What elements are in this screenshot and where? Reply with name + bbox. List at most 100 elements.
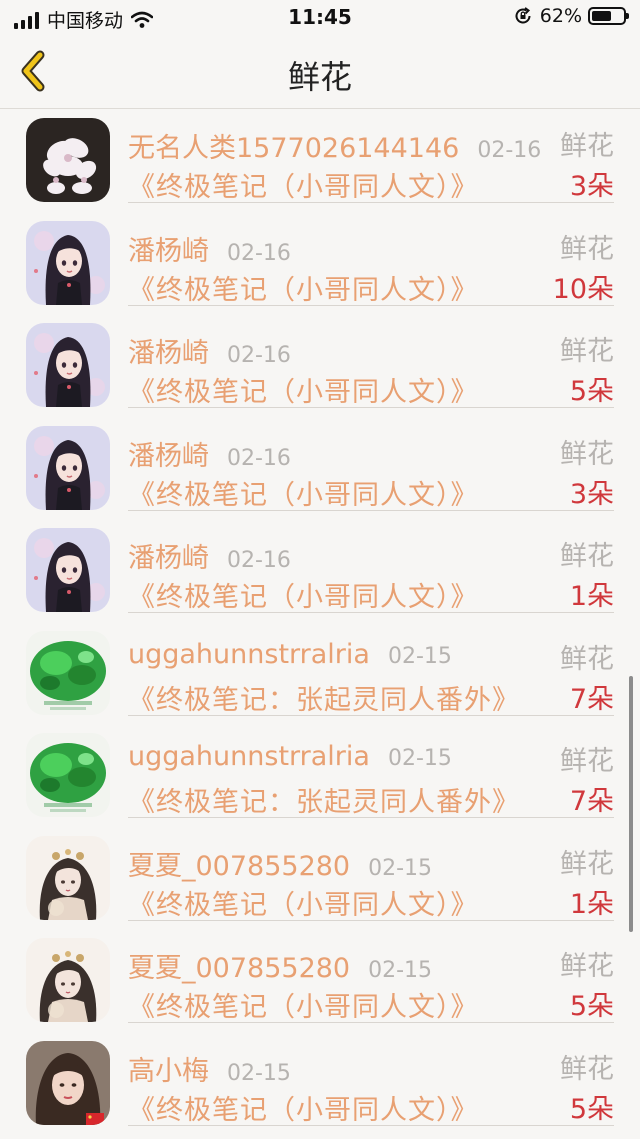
book-title[interactable]: 《终极笔记（小哥同人文）》 <box>128 1088 479 1127</box>
gift-type: 鲜花 <box>560 131 614 162</box>
gift-date: 02-16 <box>227 445 291 471</box>
sender-name[interactable]: 无名人类1577026144146 02-16 <box>128 126 541 165</box>
gift-date: 02-15 <box>387 643 452 669</box>
list-item-content: 潘杨崎 02-16 鲜花 《终极笔记（小哥同人文）》 3朵 <box>128 417 614 511</box>
list-item-content: 无名人类1577026144146 02-16 鲜花 《终极笔记（小哥同人文）》 … <box>128 109 614 203</box>
gift-type: 鲜花 <box>560 643 614 675</box>
avatar[interactable] <box>26 630 110 715</box>
avatar[interactable] <box>26 220 110 305</box>
list-item[interactable]: uggahunnstrralria 02-15 鲜花 《终极笔记：张起灵同人番外》… <box>0 724 640 827</box>
sender-name-text: uggahunnstrralria <box>128 741 370 772</box>
avatar[interactable] <box>26 938 110 1022</box>
gift-date: 02-16 <box>477 138 542 163</box>
avatar[interactable] <box>26 425 110 510</box>
battery-percent: 62% <box>539 5 582 27</box>
gift-date: 02-15 <box>368 855 433 881</box>
battery-fill <box>592 11 611 21</box>
sender-name-text: 夏夏_007855280 <box>128 953 351 984</box>
avatar[interactable] <box>26 118 110 202</box>
sender-name[interactable]: 潘杨崎 02-16 <box>128 229 291 268</box>
gift-date: 02-15 <box>227 1060 291 1086</box>
sender-name[interactable]: 潘杨崎 02-16 <box>128 331 291 370</box>
list-item[interactable]: 无名人类1577026144146 02-16 鲜花 《终极笔记（小哥同人文）》 … <box>0 109 640 212</box>
gift-type: 鲜花 <box>560 336 614 367</box>
avatar[interactable] <box>26 323 110 407</box>
list-item-content: 潘杨崎 02-16 鲜花 《终极笔记（小哥同人文）》 10朵 <box>128 212 614 306</box>
sender-name-text: 潘杨崎 <box>128 338 209 369</box>
gift-date: 02-15 <box>368 958 433 983</box>
sender-name[interactable]: 夏夏_007855280 02-15 <box>128 946 432 985</box>
gift-date: 02-16 <box>227 240 291 266</box>
gift-type: 鲜花 <box>560 233 614 265</box>
sender-name-text: uggahunnstrralria <box>128 638 370 670</box>
gift-date: 02-15 <box>387 746 452 771</box>
avatar[interactable] <box>26 835 110 920</box>
book-title[interactable]: 《终极笔记（小哥同人文）》 <box>128 883 479 922</box>
flower-count: 3朵 <box>569 171 614 202</box>
flower-count: 1朵 <box>569 581 614 612</box>
avatar[interactable] <box>26 528 110 612</box>
sender-name-text: 潘杨崎 <box>128 235 209 267</box>
flower-count: 5朵 <box>569 376 614 407</box>
list-item-content: 夏夏_007855280 02-15 鲜花 《终极笔记（小哥同人文）》 5朵 <box>128 929 614 1023</box>
flower-count: 5朵 <box>569 991 614 1022</box>
list-item-content: uggahunnstrralria 02-15 鲜花 《终极笔记：张起灵同人番外》… <box>128 724 614 818</box>
gift-type: 鲜花 <box>560 848 614 880</box>
sender-name[interactable]: 夏夏_007855280 02-15 <box>128 844 432 883</box>
list-item[interactable]: 潘杨崎 02-16 鲜花 《终极笔记（小哥同人文）》 1朵 <box>0 519 640 622</box>
sender-name-text: 夏夏_007855280 <box>128 850 351 882</box>
list-item-content: 高小梅 02-15 鲜花 《终极笔记（小哥同人文）》 5朵 <box>128 1032 614 1126</box>
sender-name-text: 潘杨崎 <box>128 440 209 472</box>
sender-name-text: 无名人类1577026144146 <box>128 133 460 164</box>
sender-name[interactable]: uggahunnstrralria 02-15 <box>128 639 452 670</box>
gift-type: 鲜花 <box>560 541 614 572</box>
flower-count: 10朵 <box>552 273 614 305</box>
sender-name[interactable]: 潘杨崎 02-16 <box>128 536 291 575</box>
sender-name-text: 高小梅 <box>128 1055 209 1087</box>
list-item[interactable]: 潘杨崎 02-16 鲜花 《终极笔记（小哥同人文）》 5朵 <box>0 314 640 417</box>
flower-count: 7朵 <box>569 786 614 817</box>
flower-count: 7朵 <box>569 683 614 715</box>
battery-icon <box>588 7 629 25</box>
book-title[interactable]: 《终极笔记（小哥同人文）》 <box>128 165 479 204</box>
sender-name[interactable]: 潘杨崎 02-16 <box>128 434 291 473</box>
sender-name[interactable]: 高小梅 02-15 <box>128 1049 291 1088</box>
status-right: 62% <box>514 5 629 27</box>
book-title[interactable]: 《终极笔记（小哥同人文）》 <box>128 370 479 409</box>
book-title[interactable]: 《终极笔记（小哥同人文）》 <box>128 575 479 614</box>
gift-date: 02-16 <box>227 548 291 573</box>
list-item[interactable]: 高小梅 02-15 鲜花 《终极笔记（小哥同人文）》 5朵 <box>0 1032 640 1135</box>
page-title: 鲜花 <box>287 58 352 96</box>
gift-type: 鲜花 <box>560 438 614 470</box>
book-title[interactable]: 《终极笔记：张起灵同人番外》 <box>128 780 520 819</box>
sender-name-text: 潘杨崎 <box>128 543 209 574</box>
avatar[interactable] <box>26 1040 110 1125</box>
scrollbar[interactable] <box>629 676 633 932</box>
rotation-lock-icon <box>515 7 531 24</box>
flower-list: 无名人类1577026144146 02-16 鲜花 《终极笔记（小哥同人文）》 … <box>0 109 640 1134</box>
list-item[interactable]: 夏夏_007855280 02-15 鲜花 《终极笔记（小哥同人文）》 1朵 <box>0 827 640 930</box>
list-item[interactable]: 潘杨崎 02-16 鲜花 《终极笔记（小哥同人文）》 3朵 <box>0 417 640 520</box>
flower-count: 3朵 <box>569 478 614 510</box>
list-item-content: 夏夏_007855280 02-15 鲜花 《终极笔记（小哥同人文）》 1朵 <box>128 827 614 921</box>
nav-bar: 鲜花 <box>0 34 640 109</box>
sender-name[interactable]: uggahunnstrralria 02-15 <box>128 741 452 772</box>
list-item-content: 潘杨崎 02-16 鲜花 《终极笔记（小哥同人文）》 1朵 <box>128 519 614 613</box>
avatar[interactable] <box>26 733 110 817</box>
list-item-content: uggahunnstrralria 02-15 鲜花 《终极笔记：张起灵同人番外》… <box>128 622 614 716</box>
book-title[interactable]: 《终极笔记（小哥同人文）》 <box>128 268 479 307</box>
list-item[interactable]: uggahunnstrralria 02-15 鲜花 《终极笔记：张起灵同人番外》… <box>0 622 640 725</box>
list-item[interactable]: 潘杨崎 02-16 鲜花 《终极笔记（小哥同人文）》 10朵 <box>0 212 640 315</box>
book-title[interactable]: 《终极笔记（小哥同人文）》 <box>128 985 479 1024</box>
status-bar: 中国移动 11:45 62% <box>0 0 640 34</box>
list-item-content: 潘杨崎 02-16 鲜花 《终极笔记（小哥同人文）》 5朵 <box>128 314 614 408</box>
gift-type: 鲜花 <box>560 746 614 777</box>
flower-count: 1朵 <box>569 888 614 920</box>
gift-type: 鲜花 <box>560 1053 614 1085</box>
book-title[interactable]: 《终极笔记：张起灵同人番外》 <box>128 678 520 717</box>
gift-date: 02-16 <box>227 343 291 368</box>
book-title[interactable]: 《终极笔记（小哥同人文）》 <box>128 473 479 512</box>
gift-type: 鲜花 <box>560 951 614 982</box>
flower-count: 5朵 <box>569 1093 614 1125</box>
list-item[interactable]: 夏夏_007855280 02-15 鲜花 《终极笔记（小哥同人文）》 5朵 <box>0 929 640 1032</box>
